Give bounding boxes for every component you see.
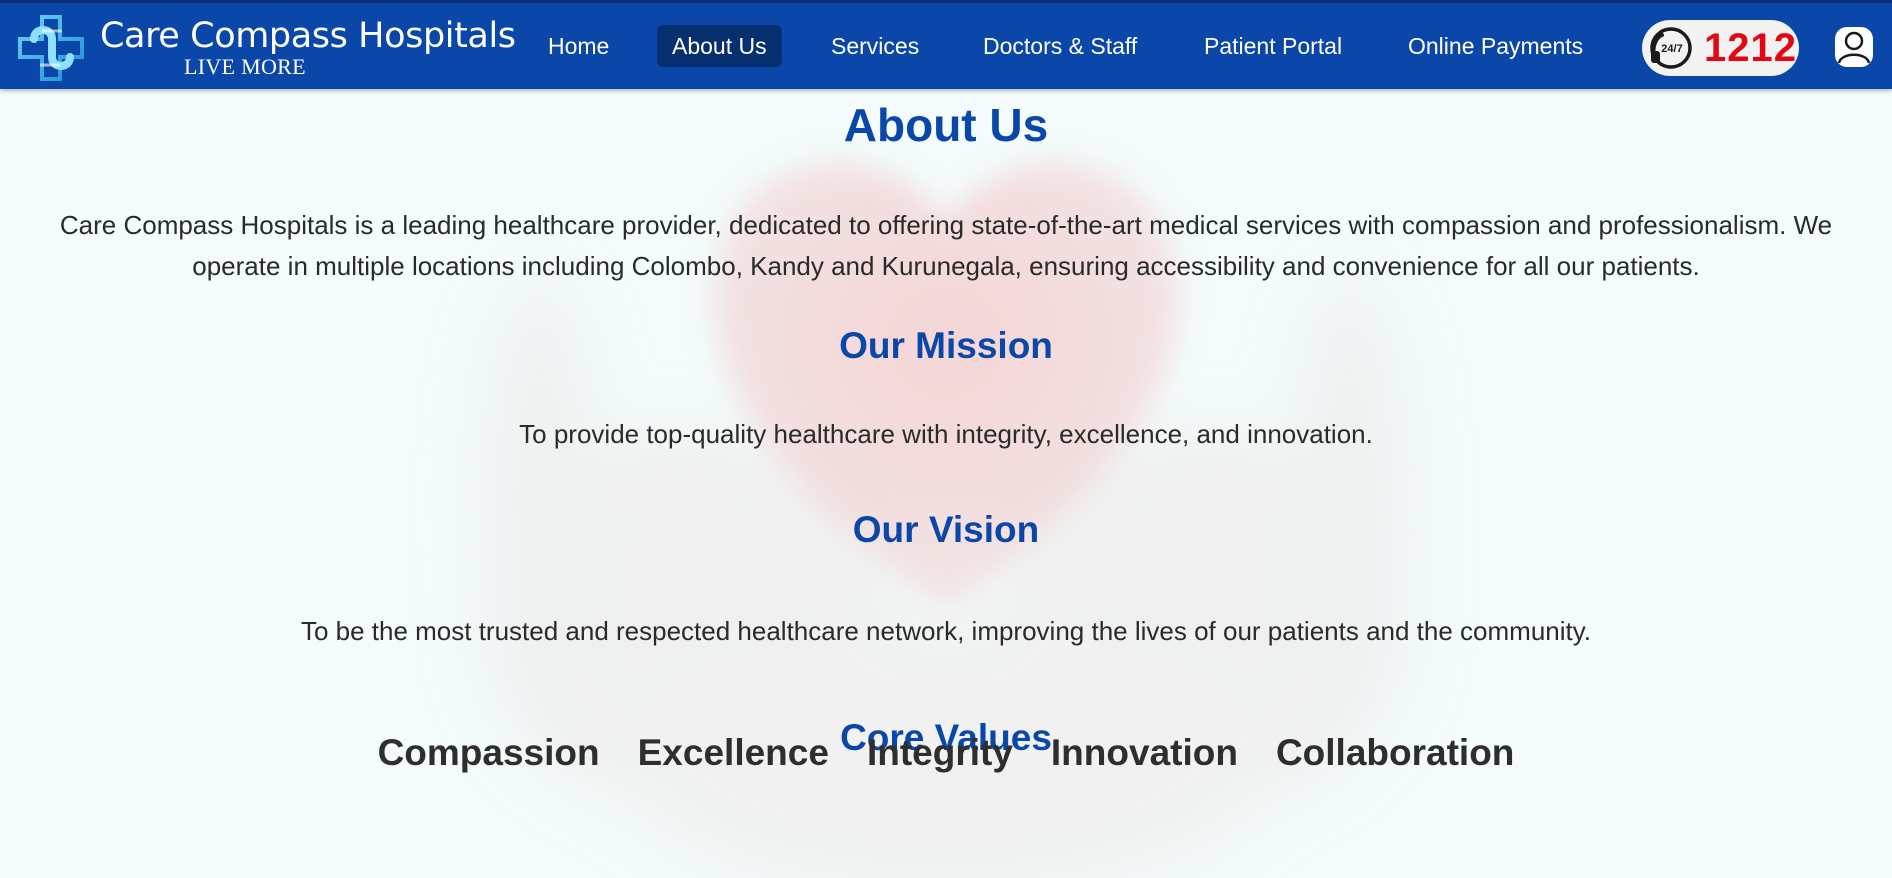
nav-online-payments[interactable]: Online Payments bbox=[1393, 25, 1598, 67]
brand-logo-link[interactable]: Care Compass Hospitals LIVE MORE bbox=[12, 9, 516, 87]
vision-heading: Our Vision bbox=[852, 509, 1040, 550]
hotline-badge: 24/7 bbox=[1661, 43, 1682, 55]
vision-text: To be the most trusted and respected hea… bbox=[300, 616, 1592, 646]
nav-about-us[interactable]: About Us bbox=[657, 25, 782, 67]
mission-text: To provide top-quality healthcare with i… bbox=[519, 419, 1373, 449]
brand-tagline: LIVE MORE bbox=[184, 54, 306, 79]
core-values-list: Compassion Excellence Integrity Innovati… bbox=[0, 732, 1892, 774]
phone-24-7-icon: 24/7 bbox=[1650, 27, 1692, 69]
core-value-collaboration: Collaboration bbox=[1275, 732, 1515, 773]
page-title: About Us bbox=[843, 99, 1049, 151]
top-navigation-bar: Care Compass Hospitals LIVE MORE Home Ab… bbox=[0, 0, 1892, 89]
core-value-excellence: Excellence bbox=[637, 732, 829, 773]
nav-doctors-staff[interactable]: Doctors & Staff bbox=[968, 25, 1152, 67]
core-value-innovation: Innovation bbox=[1050, 732, 1238, 773]
hotline-button[interactable]: 24/7 1212 bbox=[1642, 20, 1799, 76]
user-profile-icon[interactable] bbox=[1834, 26, 1874, 68]
core-value-integrity: Integrity bbox=[866, 732, 1013, 773]
brand-name: Care Compass Hospitals bbox=[100, 16, 516, 56]
medical-cross-logo-icon bbox=[18, 15, 84, 81]
nav-services[interactable]: Services bbox=[816, 25, 934, 67]
hotline-number: 1212 bbox=[1704, 25, 1797, 70]
mission-heading: Our Mission bbox=[839, 325, 1053, 366]
core-value-compassion: Compassion bbox=[377, 732, 600, 773]
about-intro-text: Care Compass Hospitals is a leading heal… bbox=[59, 210, 1833, 281]
nav-patient-portal[interactable]: Patient Portal bbox=[1189, 25, 1357, 67]
nav-home[interactable]: Home bbox=[533, 25, 624, 67]
